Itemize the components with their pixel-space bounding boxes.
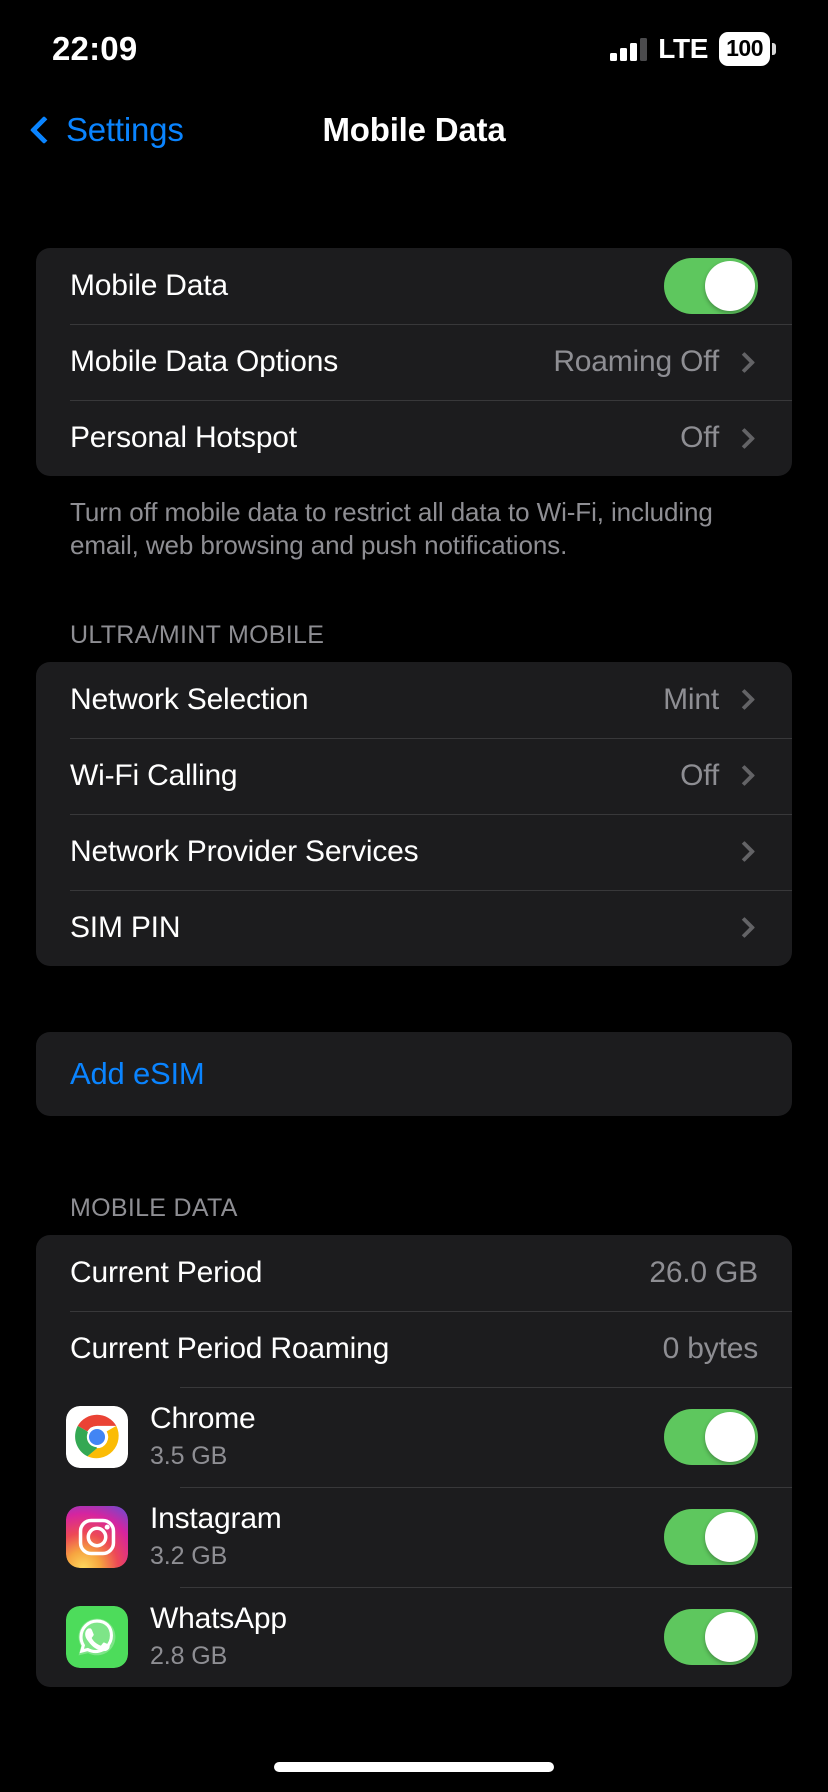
add-esim-button[interactable]: Add eSIM <box>36 1032 792 1116</box>
row-mobile-data-options[interactable]: Mobile Data Options Roaming Off <box>36 324 792 400</box>
settings-scroll-view[interactable]: Mobile Data Mobile Data Options Roaming … <box>0 248 828 1687</box>
status-bar-indicators: LTE 100 <box>610 26 776 66</box>
app-size-chrome: 3.5 GB <box>150 1442 228 1471</box>
battery-icon: 100 <box>719 32 776 66</box>
toggle-knob <box>705 1511 755 1562</box>
app-name-chrome: Chrome <box>150 1402 256 1436</box>
app-size-whatsapp: 2.8 GB <box>150 1642 228 1671</box>
row-mobile-data-label: Mobile Data <box>70 269 228 302</box>
carrier-card: Network Selection Mint Wi-Fi Calling Off… <box>36 661 792 966</box>
chevron-right-icon <box>733 764 756 787</box>
app-row-chrome[interactable]: Chrome 3.5 GB <box>36 1386 792 1487</box>
toggle-knob <box>705 261 755 311</box>
row-personal-hotspot[interactable]: Personal Hotspot Off <box>36 400 792 476</box>
row-current-period-roaming-value: 0 bytes <box>662 1331 759 1365</box>
app-row-whatsapp[interactable]: WhatsApp 2.8 GB <box>36 1586 792 1687</box>
row-sim-pin[interactable]: SIM PIN <box>36 889 792 966</box>
chevron-right-icon <box>733 916 756 939</box>
cellular-bars-icon <box>610 37 648 61</box>
app-name-whatsapp: WhatsApp <box>150 1602 287 1636</box>
app-text-instagram: Instagram 3.2 GB <box>150 1502 664 1571</box>
app-size-instagram: 3.2 GB <box>150 1542 228 1571</box>
row-network-selection[interactable]: Network Selection Mint <box>36 662 792 738</box>
row-wifi-calling-value: Off <box>680 758 719 792</box>
row-current-period-roaming: Current Period Roaming 0 bytes <box>36 1310 792 1387</box>
row-network-selection-value: Mint <box>663 682 719 716</box>
add-esim-card: Add eSIM <box>36 1031 792 1116</box>
app-text-whatsapp: WhatsApp 2.8 GB <box>150 1602 664 1671</box>
top-spacer <box>0 168 828 248</box>
mobile-data-card: Mobile Data Mobile Data Options Roaming … <box>36 248 792 476</box>
row-personal-hotspot-label: Personal Hotspot <box>70 421 297 454</box>
row-mobile-data-options-label: Mobile Data Options <box>70 345 339 378</box>
row-wifi-calling-label: Wi-Fi Calling <box>70 758 238 792</box>
row-current-period-label: Current Period <box>70 1255 263 1289</box>
status-bar-time: 22:09 <box>52 30 138 67</box>
home-indicator <box>274 1762 554 1772</box>
navigation-bar: Settings Mobile Data <box>0 92 828 168</box>
chevron-right-icon <box>733 427 756 449</box>
chevron-left-icon <box>29 115 59 145</box>
mobile-data-usage-header: MOBILE DATA <box>70 1193 238 1222</box>
row-current-period-value: 26.0 GB <box>649 1255 758 1289</box>
app-text-chrome: Chrome 3.5 GB <box>150 1402 664 1471</box>
chevron-right-icon <box>733 840 756 863</box>
mobile-data-usage-card: Current Period 26.0 GB Current Period Ro… <box>36 1234 792 1687</box>
add-esim-label: Add eSIM <box>70 1055 205 1091</box>
chevron-right-icon <box>733 351 756 373</box>
back-button-label: Settings <box>66 111 184 148</box>
chrome-icon <box>66 1405 128 1468</box>
instagram-icon <box>66 1505 128 1568</box>
row-network-provider-services[interactable]: Network Provider Services <box>36 813 792 890</box>
row-mobile-data[interactable]: Mobile Data <box>36 248 792 324</box>
row-sim-pin-label: SIM PIN <box>70 910 181 944</box>
toggle-knob <box>705 1611 755 1662</box>
app-name-instagram: Instagram <box>150 1502 282 1536</box>
row-personal-hotspot-value: Off <box>680 421 719 454</box>
row-wifi-calling[interactable]: Wi-Fi Calling Off <box>36 737 792 814</box>
carrier-section-header: ULTRA/MINT MOBILE <box>70 620 325 649</box>
battery-percent-label: 100 <box>719 32 770 66</box>
row-network-selection-label: Network Selection <box>70 682 309 716</box>
app-row-instagram[interactable]: Instagram 3.2 GB <box>36 1486 792 1587</box>
back-button[interactable]: Settings <box>29 111 184 149</box>
app-toggle-chrome[interactable] <box>664 1408 758 1465</box>
network-type-label: LTE <box>658 33 709 64</box>
row-current-period-roaming-label: Current Period Roaming <box>70 1331 390 1365</box>
app-toggle-instagram[interactable] <box>664 1508 758 1565</box>
toggle-knob <box>705 1411 755 1462</box>
whatsapp-icon <box>66 1605 128 1668</box>
row-network-provider-services-label: Network Provider Services <box>70 834 419 868</box>
chevron-right-icon <box>733 688 756 711</box>
app-toggle-whatsapp[interactable] <box>664 1608 758 1665</box>
battery-cap <box>772 43 776 55</box>
mobile-data-footer-text: Turn off mobile data to restrict all dat… <box>70 497 713 561</box>
row-current-period: Current Period 26.0 GB <box>36 1235 792 1311</box>
row-mobile-data-options-value: Roaming Off <box>553 345 719 378</box>
mobile-data-toggle[interactable] <box>664 258 758 314</box>
status-bar: 22:09 LTE 100 <box>0 0 828 92</box>
